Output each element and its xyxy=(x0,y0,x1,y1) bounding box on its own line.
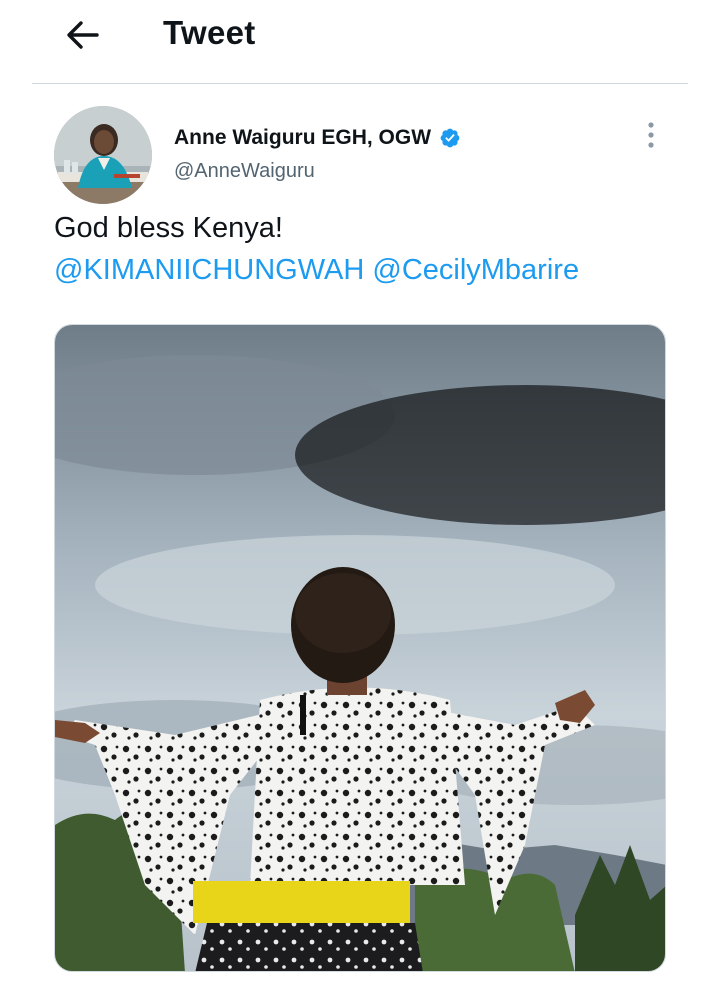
more-vertical-icon xyxy=(648,122,654,148)
top-bar: Tweet xyxy=(0,0,719,84)
author-name[interactable]: Anne Waiguru EGH, OGW xyxy=(174,126,461,150)
avatar-image xyxy=(54,106,152,204)
author-name-text: Anne Waiguru EGH, OGW xyxy=(174,126,432,149)
verified-badge-icon xyxy=(440,128,460,148)
page-title: Tweet xyxy=(163,14,256,51)
photo-image xyxy=(55,325,665,971)
author-handle[interactable]: @AnneWaiguru xyxy=(174,160,315,183)
more-options-button[interactable] xyxy=(636,118,666,152)
avatar[interactable] xyxy=(54,106,152,204)
mention-link[interactable]: @CecilyMbarire xyxy=(372,254,579,286)
arrow-left-icon xyxy=(67,21,99,49)
tweet-mentions: @KIMANIICHUNGWAH @CecilyMbarire xyxy=(54,250,579,291)
back-button[interactable] xyxy=(60,12,106,58)
header-divider xyxy=(32,83,688,84)
tweet-photo[interactable] xyxy=(54,324,666,972)
tweet-page: Tweet Anne Waiguru EGH, OGW @AnneWaiguru xyxy=(0,0,719,981)
tweet-text: God bless Kenya! xyxy=(54,212,283,244)
mention-link[interactable]: @KIMANIICHUNGWAH xyxy=(54,254,364,286)
